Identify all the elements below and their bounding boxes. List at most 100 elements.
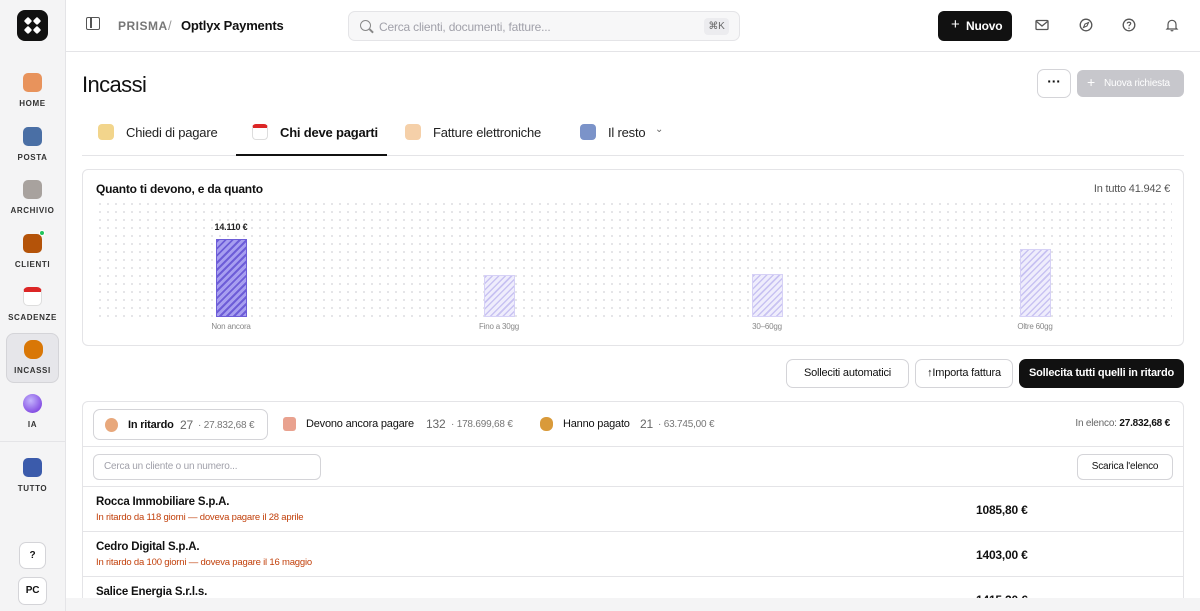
calendar-icon: [23, 287, 42, 306]
chart-bar[interactable]: [484, 275, 515, 317]
cube-icon: [580, 124, 596, 140]
chevron-down-icon: ⌄: [655, 124, 664, 135]
sidebar-item-label: HOME: [19, 99, 46, 108]
window-bottom-edge: [66, 598, 1200, 611]
chart-category-label: Oltre 60gg: [1017, 322, 1053, 331]
global-search-input[interactable]: Cerca clienti, documenti, fatture... ⌘K: [348, 11, 740, 41]
filter-amount: · 178.699,68 €: [451, 419, 513, 430]
new-request-button[interactable]: + Nuova richiesta: [1077, 70, 1184, 97]
in-list-value: 27.832,68 €: [1119, 418, 1170, 429]
late-status: In ritardo da 100 giorni — doveva pagare…: [96, 557, 312, 568]
chart-bar-group[interactable]: [737, 200, 797, 318]
app-logo[interactable]: [17, 10, 48, 41]
download-list-button[interactable]: Scarica l'elenco: [1077, 454, 1173, 480]
chart-bar[interactable]: [752, 274, 783, 317]
sidebar-item-label: IA: [27, 420, 38, 429]
sidebar-item-home[interactable]: HOME: [6, 67, 59, 117]
filter-in-ritardo[interactable]: In ritardo 27 · 27.832,68 €: [93, 409, 268, 440]
client-name: Salice Energia S.r.l.s.: [96, 586, 208, 598]
sidebar-item-label: CLIENTI: [14, 260, 51, 269]
sidebar-item-incassi[interactable]: INCASSI: [6, 333, 59, 383]
filter-amount: · 27.832,68 €: [198, 420, 255, 431]
client-name: Cedro Digital S.p.A.: [96, 541, 200, 553]
page-title: Incassi: [82, 72, 147, 97]
receipt-icon: [283, 417, 296, 431]
sidebar-item-label: INCASSI: [14, 366, 51, 375]
sidebar-item-clienti[interactable]: CLIENTI: [6, 228, 59, 278]
help-icon[interactable]: [1122, 18, 1136, 32]
chart-category-label: 30–60gg: [752, 322, 782, 331]
auto-reminders-button[interactable]: Solleciti automatici: [786, 359, 909, 388]
sidebar-item-tutto[interactable]: TUTTO: [6, 452, 59, 502]
cube-icon: [23, 458, 42, 477]
chart-bar-group[interactable]: [469, 200, 529, 318]
import-invoice-button[interactable]: ↑Importa fattura: [915, 359, 1013, 388]
money-bag-icon: [540, 417, 553, 431]
mail-icon[interactable]: [1035, 18, 1049, 32]
chart-bar[interactable]: [216, 239, 247, 317]
sidebar-item-archivio[interactable]: ARCHIVIO: [6, 174, 59, 224]
client-search-input[interactable]: Cerca un cliente o un numero...: [93, 454, 321, 480]
calendar-icon: [252, 124, 268, 140]
more-options-button[interactable]: ···: [1037, 69, 1071, 98]
filter-count: 132: [426, 417, 446, 431]
chart-value-label: 14.110 €: [214, 222, 248, 232]
tab-il-resto[interactable]: Il resto ⌄: [564, 112, 674, 156]
chart-plot-area: 14.110 €: [96, 200, 1172, 318]
breadcrumb-root[interactable]: PRISMA: [118, 19, 168, 33]
topbar: PRISMA / Optlyx Payments Cerca clienti, …: [66, 0, 1200, 52]
alarm-clock-icon: [105, 418, 118, 432]
import-invoice-label: Importa fattura: [932, 367, 1001, 379]
chart-category-label: Fino a 30gg: [478, 322, 520, 331]
tab-label: Chi deve pagarti: [280, 125, 378, 140]
crystal-ball-icon: [23, 394, 42, 413]
help-button[interactable]: ?: [19, 542, 46, 569]
plus-icon: +: [1087, 74, 1095, 90]
receipt-icon: [405, 124, 421, 140]
in-list-total: In elenco: 27.832,68 €: [1075, 418, 1170, 429]
chart-bar-group[interactable]: 14.110 €: [201, 200, 261, 318]
amount-due: 1403,00 €: [976, 548, 1028, 562]
table-row[interactable]: Rocca Immobiliare S.p.A. In ritardo da 1…: [83, 487, 1183, 532]
table-row[interactable]: Cedro Digital S.p.A. In ritardo da 100 g…: [83, 532, 1183, 577]
chart-category-label: Non ancora: [211, 322, 251, 331]
chart-bar[interactable]: [1020, 249, 1051, 317]
tab-chi-deve-pagarti[interactable]: Chi deve pagarti: [236, 112, 387, 156]
filter-hanno-pagato[interactable]: Hanno pagato 21 · 63.745,00 €: [529, 409, 729, 440]
breadcrumb-current[interactable]: Optlyx Payments: [181, 18, 284, 33]
money-bag-icon: [24, 340, 43, 359]
bell-icon[interactable]: [1165, 18, 1179, 32]
sidebar-item-scadenze[interactable]: SCADENZE: [6, 281, 59, 331]
tab-label: Chiedi di pagare: [126, 125, 218, 140]
list-search-row: Cerca un cliente o un numero... Scarica …: [83, 447, 1183, 487]
clients-icon: [23, 234, 42, 253]
sidebar-item-ia[interactable]: IA: [6, 388, 59, 438]
sidebar-item-posta[interactable]: POSTA: [6, 121, 59, 171]
tab-chiedi-di-pagare[interactable]: Chiedi di pagare: [82, 112, 234, 156]
remind-all-late-button[interactable]: Sollecita tutti quelli in ritardo: [1019, 359, 1184, 388]
user-avatar[interactable]: PC: [18, 577, 47, 605]
sidebar-item-label: SCADENZE: [8, 313, 57, 322]
chart-bar-group[interactable]: [1005, 200, 1065, 318]
tab-label: Il resto: [608, 125, 646, 140]
new-button[interactable]: + Nuovo: [938, 11, 1012, 41]
sidebar: HOME POSTA ARCHIVIO CLIENTI SCADENZE INC…: [0, 0, 66, 611]
compass-icon[interactable]: [1079, 18, 1093, 32]
sidebar-divider: [0, 441, 66, 442]
mailbox-icon: [23, 127, 42, 146]
sidebar-item-label: POSTA: [17, 153, 48, 162]
late-status: In ritardo da 118 giorni — doveva pagare…: [96, 512, 304, 523]
main-content: Incassi ··· + Nuova richiesta Chiedi di …: [66, 52, 1200, 611]
filter-devono-ancora-pagare[interactable]: Devono ancora pagare 132 · 178.699,68 €: [272, 409, 517, 440]
new-button-label: Nuovo: [966, 19, 1003, 33]
search-icon: [360, 20, 371, 31]
new-request-label: Nuova richiesta: [1104, 78, 1170, 89]
home-icon: [23, 73, 42, 92]
logo-icon: [24, 17, 41, 34]
shortcut-hint: ⌘K: [704, 18, 729, 35]
tab-fatture-elettroniche[interactable]: Fatture elettroniche: [389, 112, 561, 156]
filter-count: 27: [180, 418, 193, 432]
status-dot: [39, 230, 45, 236]
sidebar-toggle-icon[interactable]: [86, 17, 100, 30]
tab-label: Fatture elettroniche: [433, 125, 542, 140]
